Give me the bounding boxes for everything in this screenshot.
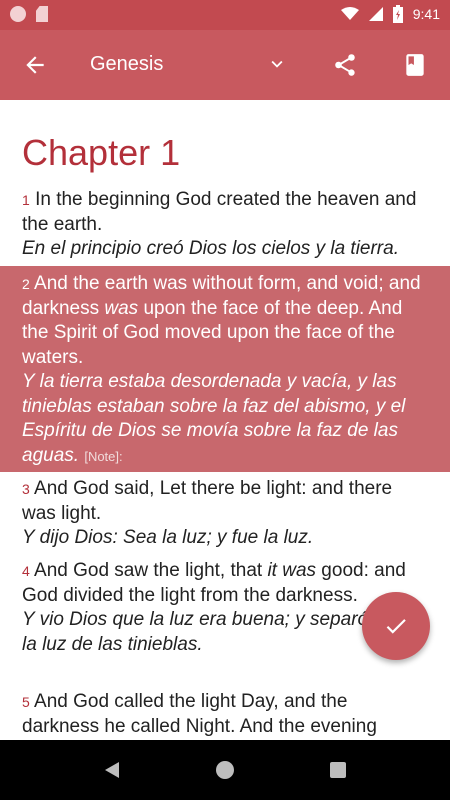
chevron-down-icon[interactable]	[266, 53, 288, 75]
check-icon	[386, 619, 406, 634]
verse-text-en: And God saw the light, that it was good:…	[22, 560, 406, 606]
verse-text-es: Y la tierra estaba desordenada y vacía, …	[22, 371, 406, 466]
nav-back-icon[interactable]	[103, 760, 121, 780]
battery-icon	[392, 5, 403, 23]
chapter-title: Chapter 1	[22, 132, 181, 173]
verse-text-es: Y dijo Dios: Sea la luz; y fue la luz.	[22, 527, 314, 548]
verse-text-en: And God said, Let there be light: and th…	[22, 478, 393, 524]
sd-card-icon	[36, 6, 48, 22]
nav-recents-icon[interactable]	[330, 762, 346, 778]
verse-text-en: And God called the light Day, and the da…	[22, 691, 377, 737]
verse-text-en: And the earth was without form, and void…	[22, 273, 421, 368]
note-link[interactable]: [Note]:	[84, 449, 122, 464]
verse-text-en: In the beginning God created the heaven …	[22, 189, 417, 235]
book-title[interactable]: Genesis	[90, 53, 163, 76]
verse-number: 4	[22, 563, 30, 579]
verse-number: 3	[22, 481, 30, 497]
verse-text-es: En el principio creó Dios los cielos y l…	[22, 238, 399, 259]
system-nav-bar	[0, 740, 450, 800]
clock: 9:41	[412, 6, 440, 22]
book-icon[interactable]	[402, 52, 428, 78]
verse-number: 5	[22, 694, 30, 710]
verse-number: 2	[22, 276, 30, 292]
verse-5[interactable]: 5 And God called the light Day, and the …	[0, 690, 450, 739]
confirm-fab[interactable]	[362, 592, 430, 660]
wifi-icon	[340, 7, 359, 20]
back-arrow-icon[interactable]	[22, 52, 48, 78]
share-icon[interactable]	[332, 52, 358, 78]
app-bar: Genesis	[0, 30, 450, 100]
nav-home-icon[interactable]	[216, 761, 234, 779]
verse-2-highlighted[interactable]: 2 And the earth was without form, and vo…	[0, 266, 450, 472]
notification-icon	[10, 6, 26, 22]
verse-number: 1	[22, 192, 30, 208]
verse-3[interactable]: 3 And God said, Let there be light: and …	[0, 477, 450, 551]
verse-1[interactable]: 1 In the beginning God created the heave…	[0, 188, 450, 262]
status-bar: 9:41	[0, 0, 450, 30]
cell-signal-icon	[368, 7, 383, 21]
verse-text-es: Y vio Dios que la luz era buena; y separ…	[22, 609, 412, 655]
